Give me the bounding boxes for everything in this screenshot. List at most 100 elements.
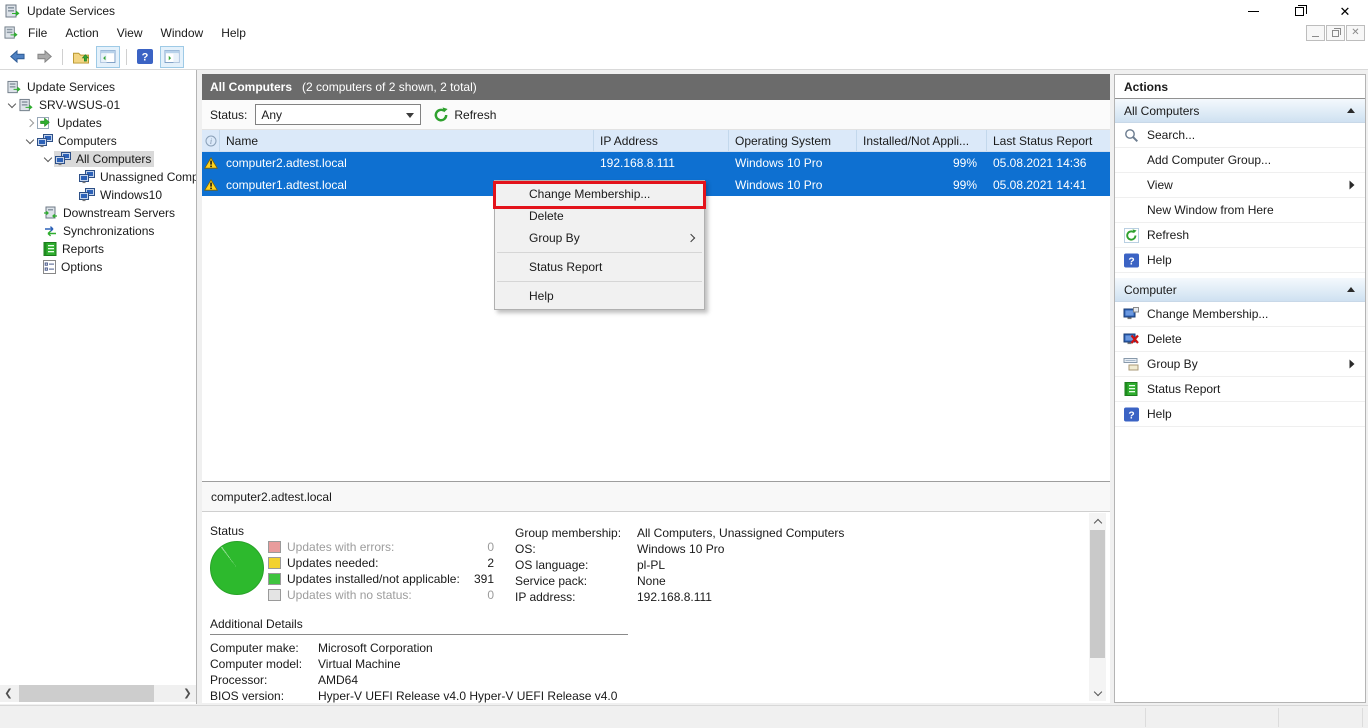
show-hide-action-pane-button[interactable]	[160, 46, 184, 68]
menu-window[interactable]: Window	[152, 23, 213, 43]
minimize-icon	[1248, 11, 1259, 12]
child-minimize-button[interactable]	[1306, 25, 1325, 41]
status-filter-dropdown[interactable]: Any	[255, 104, 421, 125]
help-toolbar-button[interactable]: ?	[133, 46, 157, 68]
toolbar: ?	[0, 44, 1368, 70]
menu-action[interactable]: Action	[56, 23, 107, 43]
chevron-right-icon[interactable]	[26, 119, 34, 127]
actions-section-all-computers[interactable]: All Computers	[1115, 99, 1365, 123]
status-section-title: Status	[210, 524, 244, 538]
warning-icon	[204, 157, 218, 169]
scroll-up-icon[interactable]	[1089, 513, 1106, 528]
legend-value: 2	[487, 556, 494, 570]
scrollbar-thumb[interactable]	[1090, 530, 1105, 658]
child-restore-button[interactable]	[1326, 25, 1345, 41]
collapse-icon[interactable]	[1347, 287, 1355, 292]
status-legend: Updates with errors: 0 Updates needed: 2…	[268, 539, 494, 603]
tree-item-all-computers[interactable]: All Computers	[0, 150, 196, 168]
child-close-icon: ✕	[1351, 28, 1359, 38]
info-row-os: OS: Windows 10 Pro	[515, 541, 844, 557]
restore-button[interactable]	[1276, 0, 1322, 22]
action-search[interactable]: Search...	[1115, 123, 1365, 148]
up-one-level-button[interactable]	[69, 46, 93, 68]
table-row[interactable]: computer2.adtest.local 192.168.8.111 Win…	[202, 152, 1110, 174]
cell-os: Windows 10 Pro	[729, 152, 857, 174]
chevron-down-icon[interactable]	[8, 99, 16, 107]
scroll-left-icon[interactable]: ❮	[0, 685, 17, 702]
forward-button[interactable]	[32, 46, 56, 68]
column-name[interactable]: Name	[220, 130, 594, 151]
action-label: Delete	[1147, 332, 1355, 346]
tree-item-windows10[interactable]: Windows10	[0, 186, 196, 204]
results-header-band: All Computers (2 computers of 2 shown, 2…	[202, 74, 1110, 100]
menu-view[interactable]: View	[108, 23, 152, 43]
details-vertical-scrollbar[interactable]	[1089, 513, 1106, 701]
scroll-down-icon[interactable]	[1089, 686, 1106, 701]
tree-item-computers[interactable]: Computers	[0, 132, 196, 150]
action-change-membership[interactable]: Change Membership...	[1115, 302, 1365, 327]
svg-text:?: ?	[1128, 410, 1134, 421]
menu-file[interactable]: File	[19, 23, 56, 43]
computer-icon	[1123, 307, 1139, 321]
action-refresh[interactable]: Refresh	[1115, 223, 1365, 248]
minimize-button[interactable]	[1230, 0, 1276, 22]
action-help-all-computers[interactable]: ? Help	[1115, 248, 1365, 273]
column-status-icon[interactable]: i	[202, 130, 220, 151]
tree-item-label: Options	[61, 260, 102, 274]
scrollbar-track[interactable]	[17, 685, 179, 702]
chevron-down-icon[interactable]	[26, 135, 34, 143]
tree-horizontal-scrollbar[interactable]: ❮ ❯	[0, 685, 196, 702]
additional-label: Processor:	[210, 673, 318, 687]
tree-item-updates[interactable]: Updates	[0, 114, 196, 132]
scroll-right-icon[interactable]: ❯	[179, 685, 196, 702]
action-view[interactable]: View	[1115, 173, 1365, 198]
column-last-status-report[interactable]: Last Status Report	[987, 130, 1110, 151]
legend-label: Updates installed/not applicable:	[287, 572, 468, 586]
action-group-by[interactable]: Group By	[1115, 352, 1365, 377]
action-help-computer[interactable]: ? Help	[1115, 402, 1365, 427]
tree-item-reports[interactable]: Reports	[0, 240, 196, 258]
scrollbar-thumb[interactable]	[19, 685, 154, 702]
legend-row-no-status: Updates with no status: 0	[268, 587, 494, 603]
show-hide-console-tree-button[interactable]	[96, 46, 120, 68]
refresh-button[interactable]: Refresh	[433, 107, 496, 123]
actions-section-computer[interactable]: Computer	[1115, 278, 1365, 302]
tree-item-update-services[interactable]: Update Services	[0, 78, 196, 96]
close-button[interactable]: ✕	[1322, 0, 1368, 22]
action-new-window-from-here[interactable]: New Window from Here	[1115, 198, 1365, 223]
submenu-arrow-icon	[1349, 359, 1355, 369]
info-row-service-pack: Service pack: None	[515, 573, 844, 589]
group-by-icon	[1123, 357, 1139, 371]
tree-item-srv-wsus-01[interactable]: SRV-WSUS-01	[0, 96, 196, 114]
tree-item-unassigned-computers[interactable]: Unassigned Computers	[0, 168, 196, 186]
context-menu-group-by[interactable]: Group By	[495, 227, 704, 249]
action-add-computer-group[interactable]: Add Computer Group...	[1115, 148, 1365, 173]
info-value: All Computers, Unassigned Computers	[637, 526, 844, 540]
context-menu-change-membership[interactable]: Change Membership...	[495, 183, 704, 205]
strip-divider	[1145, 708, 1146, 727]
context-menu-delete[interactable]: Delete	[495, 205, 704, 227]
tree-item-options[interactable]: Options	[0, 258, 196, 276]
action-status-report[interactable]: Status Report	[1115, 377, 1365, 402]
additional-details: Computer make: Microsoft Corporation Com…	[210, 640, 617, 704]
context-menu-help[interactable]: Help	[495, 285, 704, 307]
console-tree-icon	[100, 50, 116, 63]
menu-help[interactable]: Help	[212, 23, 255, 43]
tree-item-downstream-servers[interactable]: Downstream Servers	[0, 204, 196, 222]
column-operating-system[interactable]: Operating System	[729, 130, 857, 151]
context-menu-status-report[interactable]: Status Report	[495, 256, 704, 278]
computer-info: Group membership: All Computers, Unassig…	[515, 525, 844, 605]
collapse-icon[interactable]	[1347, 108, 1355, 113]
child-close-button[interactable]: ✕	[1346, 25, 1365, 41]
column-ip-address[interactable]: IP Address	[594, 130, 729, 151]
tree-item-synchronizations[interactable]: Synchronizations	[0, 222, 196, 240]
action-delete[interactable]: Delete	[1115, 327, 1365, 352]
column-installed[interactable]: Installed/Not Appli...	[857, 130, 987, 151]
back-button[interactable]	[5, 46, 29, 68]
svg-text:i: i	[209, 137, 211, 146]
server-icon	[19, 98, 34, 113]
tree-item-label: Reports	[62, 242, 104, 256]
svg-text:?: ?	[142, 52, 149, 64]
chevron-down-icon[interactable]	[44, 153, 52, 161]
info-label: IP address:	[515, 590, 637, 604]
